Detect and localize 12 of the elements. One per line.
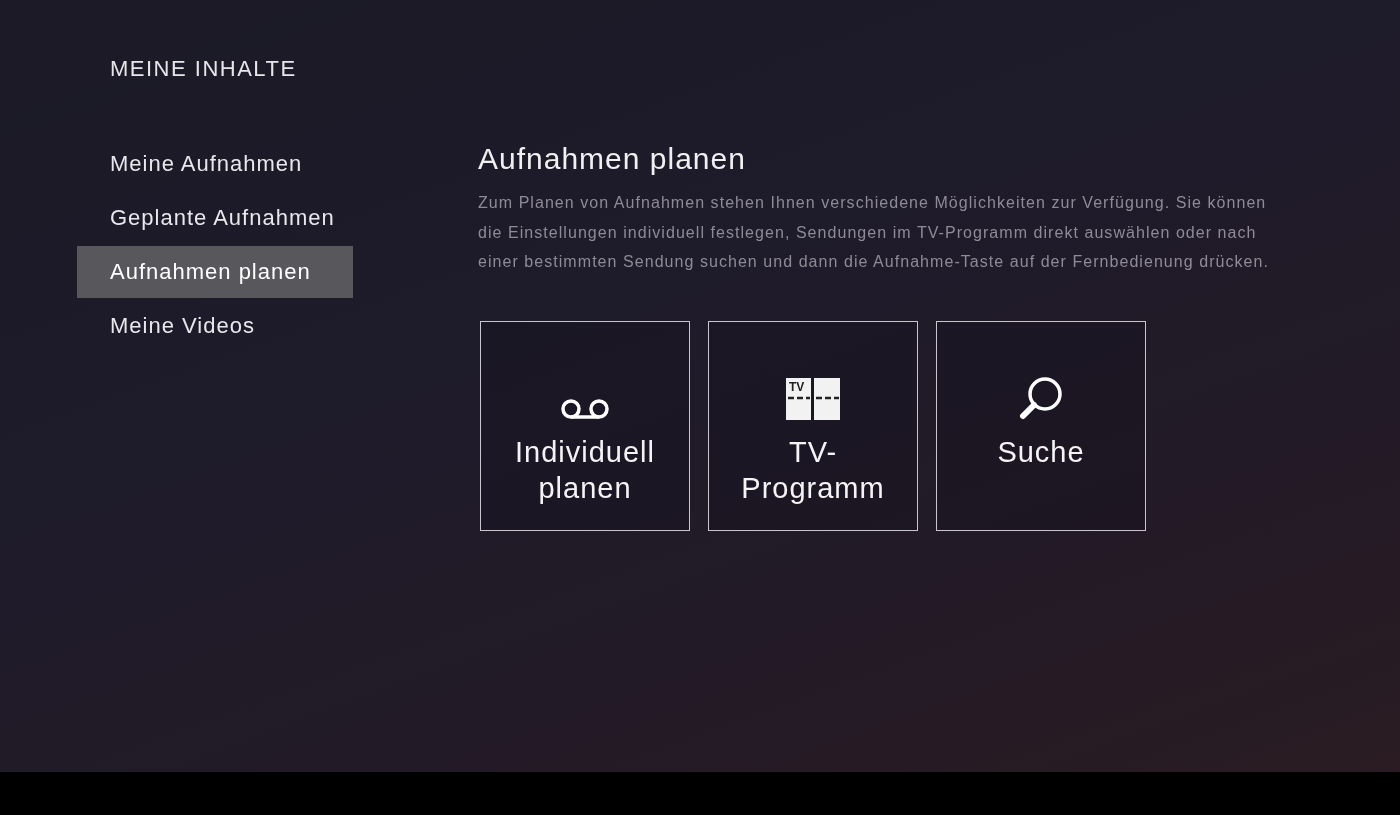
option-tile[interactable]: Individuell planen [480,320,690,531]
search-icon [1019,375,1063,420]
menu-item[interactable]: Aufnahmen planen [77,246,353,298]
option-tile[interactable]: TV TV-Programm [708,320,918,531]
menu-item[interactable]: Geplante Aufnahmen [77,192,353,244]
description-text: Zum Planen von Aufnahmen stehen Ihnen verschiedene Möglichkeiten zur Verfügung. Sie können die Einstellungen individuell festlegen, Sendungen im TV-Programm direkt auswählen oder nach einer bestimmten Sendung suchen und dann die Aufnahme-Taste auf der Fernbedienung drücken. [478,193,1270,272]
option-tile[interactable]: Suche [936,320,1146,531]
page-title: Aufnahmen planen [478,142,747,176]
menu-item[interactable]: Meine Videos [77,300,353,352]
menu-item[interactable]: Meine Aufnahmen [77,138,353,190]
section-heading: MEINE INHALTE [110,56,298,82]
voicemail-icon [560,397,610,420]
